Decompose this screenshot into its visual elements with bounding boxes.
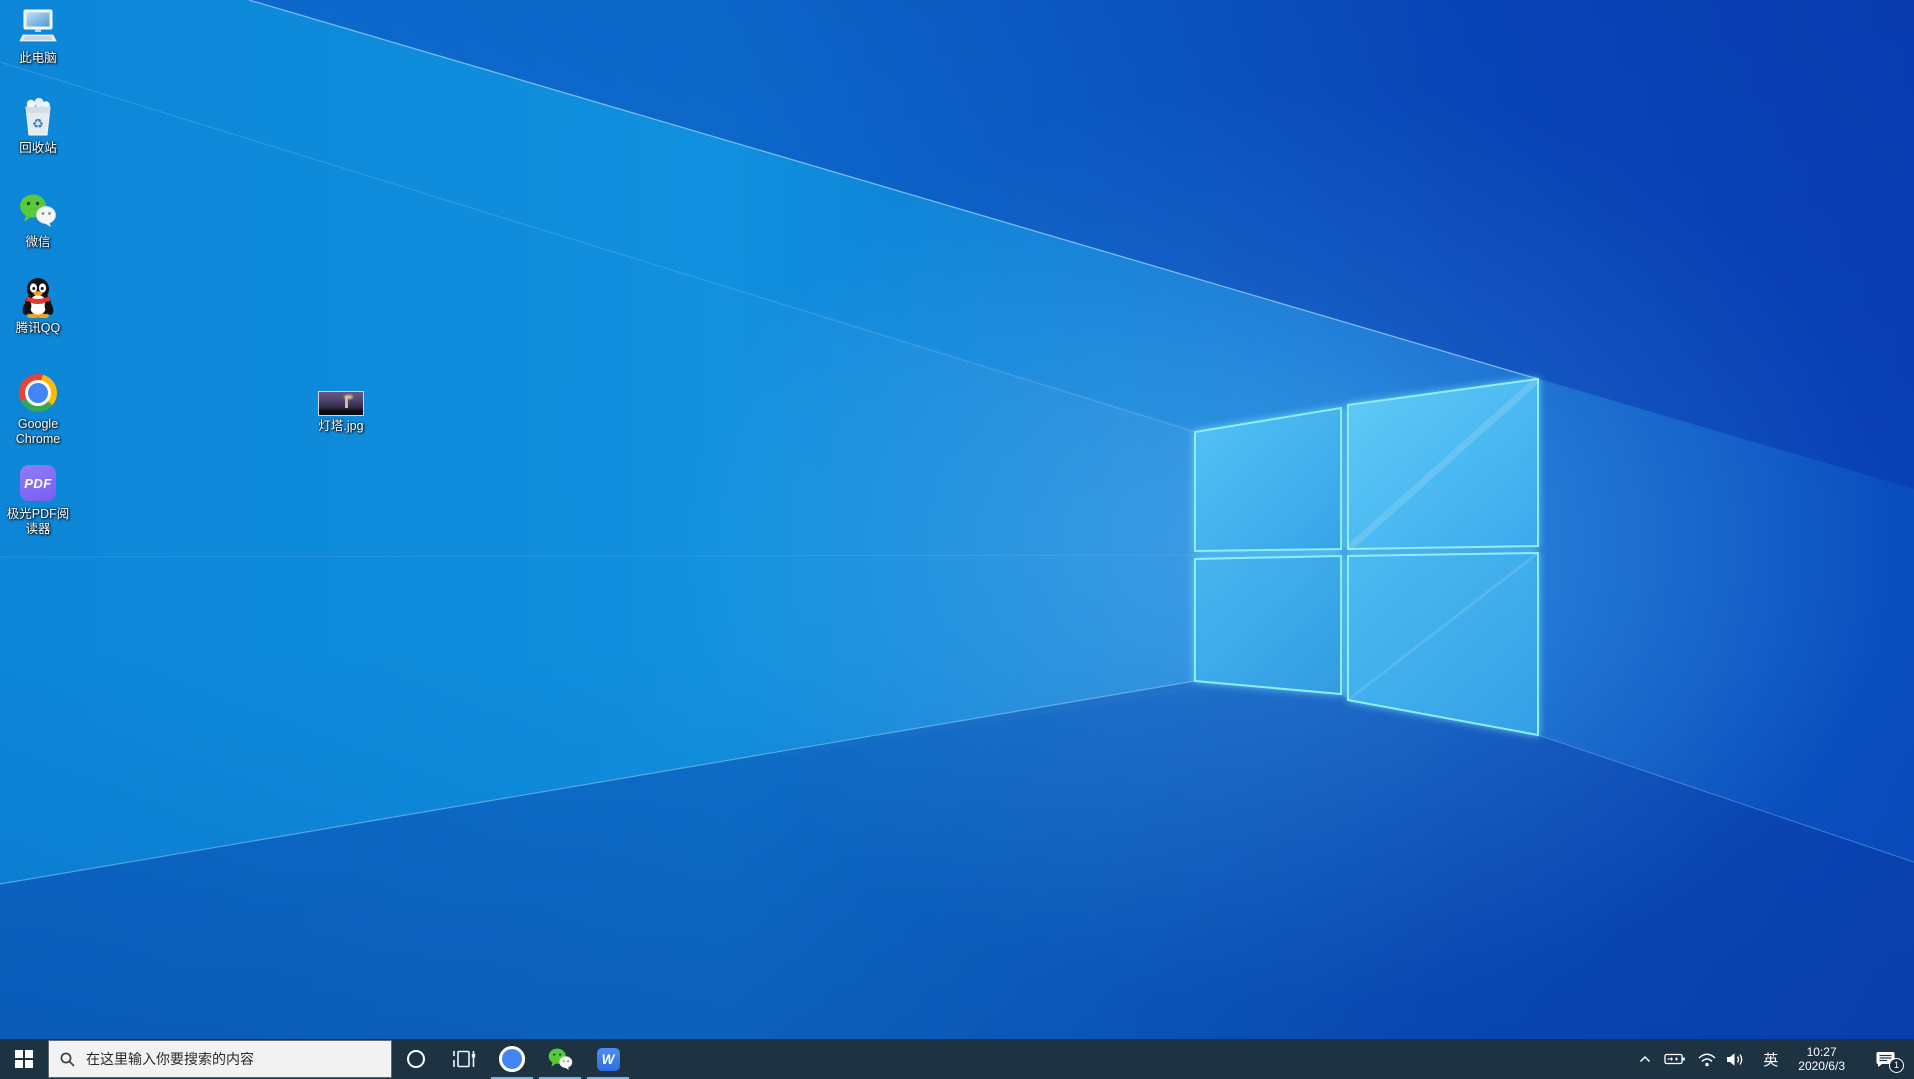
pdf-badge-text: PDF <box>20 465 56 501</box>
icon-label: 回收站 <box>19 141 57 155</box>
taskbar-wps-button[interactable]: W <box>584 1039 632 1079</box>
cortana-button[interactable] <box>392 1039 440 1079</box>
wallpaper-ray-faint <box>0 61 1196 433</box>
clock-date: 2020/6/3 <box>1798 1059 1845 1073</box>
ime-indicator[interactable]: 英 <box>1759 1039 1782 1079</box>
chrome-taskbar-icon <box>499 1046 525 1072</box>
desktop-icon-this-pc[interactable]: 此电脑 <box>0 6 76 66</box>
wallpaper-ray-top <box>248 0 1539 380</box>
clock[interactable]: 10:27 2020/6/3 <box>1798 1045 1845 1074</box>
desktop-icon-chrome[interactable]: Google Chrome <box>0 372 76 447</box>
wps-taskbar-icon: W <box>596 1047 620 1071</box>
wechat-taskbar-icon <box>548 1048 572 1070</box>
taskbar-wechat-button[interactable] <box>536 1039 584 1079</box>
icon-label: 极光PDF阅读器 <box>6 507 70 536</box>
speaker-icon <box>1727 1052 1743 1066</box>
search-icon <box>60 1052 75 1067</box>
tray-overflow-button[interactable] <box>1635 1039 1655 1079</box>
task-view-button[interactable] <box>440 1039 488 1079</box>
desktop-icon-qq[interactable]: 腾讯QQ <box>0 276 76 336</box>
system-tray: 英 10:27 2020/6/3 1 <box>1635 1039 1914 1079</box>
windows-desktop: 此电脑 ♻ 回收站 微信 腾讯QQ Google Chrome PDF 极光PD… <box>0 0 1914 1079</box>
windows-logo <box>0 0 1914 885</box>
pdf-reader-icon: PDF <box>17 462 59 504</box>
taskbar: W <box>0 1039 1914 1079</box>
wallpaper-ray-bottom-right <box>1537 734 1914 863</box>
logo-pane-top-left <box>1194 406 1342 553</box>
clock-time: 10:27 <box>1806 1044 1837 1059</box>
qq-icon <box>17 276 59 318</box>
wallpaper <box>0 0 1914 1079</box>
desktop-icon-wechat[interactable]: 微信 <box>0 190 76 250</box>
this-pc-icon <box>17 6 59 48</box>
lighthouse-thumbnail <box>318 391 364 416</box>
icon-label: Google Chrome <box>15 417 61 446</box>
battery-status[interactable] <box>1660 1039 1690 1079</box>
icon-label: 腾讯QQ <box>15 321 61 335</box>
cortana-icon <box>407 1050 425 1068</box>
desktop-file-lighthouse[interactable]: 灯塔.jpg <box>303 391 379 434</box>
action-center-button[interactable]: 1 <box>1869 1039 1904 1079</box>
taskbar-empty-area <box>632 1039 1635 1079</box>
icon-label: 此电脑 <box>19 51 57 65</box>
taskbar-chrome-button[interactable] <box>488 1039 536 1079</box>
wechat-icon <box>17 190 59 232</box>
battery-charging-icon <box>1664 1053 1686 1065</box>
icon-label: 微信 <box>25 235 51 249</box>
file-label: 灯塔.jpg <box>318 419 364 433</box>
notification-count-badge: 1 <box>1889 1058 1904 1073</box>
wallpaper-ray-bottom-left <box>0 680 1196 885</box>
recycle-bin-icon: ♻ <box>17 96 59 138</box>
task-view-icon <box>453 1050 476 1068</box>
search-box[interactable] <box>48 1040 392 1078</box>
desktop-icon-recycle-bin[interactable]: ♻ 回收站 <box>0 96 76 156</box>
logo-pane-bottom-left <box>1194 554 1342 696</box>
chevron-up-icon <box>1640 1055 1651 1063</box>
network-status[interactable] <box>1693 1039 1721 1079</box>
wallpaper-horizon-line <box>0 554 1196 558</box>
wifi-icon <box>1698 1053 1716 1066</box>
volume-status[interactable] <box>1722 1039 1749 1079</box>
windows-start-icon <box>15 1050 33 1068</box>
svg-text:♻: ♻ <box>32 116 44 131</box>
start-button[interactable] <box>0 1039 48 1079</box>
chrome-icon <box>17 372 59 414</box>
logo-pane-bottom-right <box>1347 551 1539 737</box>
desktop-icon-pdf-reader[interactable]: PDF 极光PDF阅读器 <box>0 462 76 537</box>
search-input[interactable] <box>84 1050 364 1068</box>
